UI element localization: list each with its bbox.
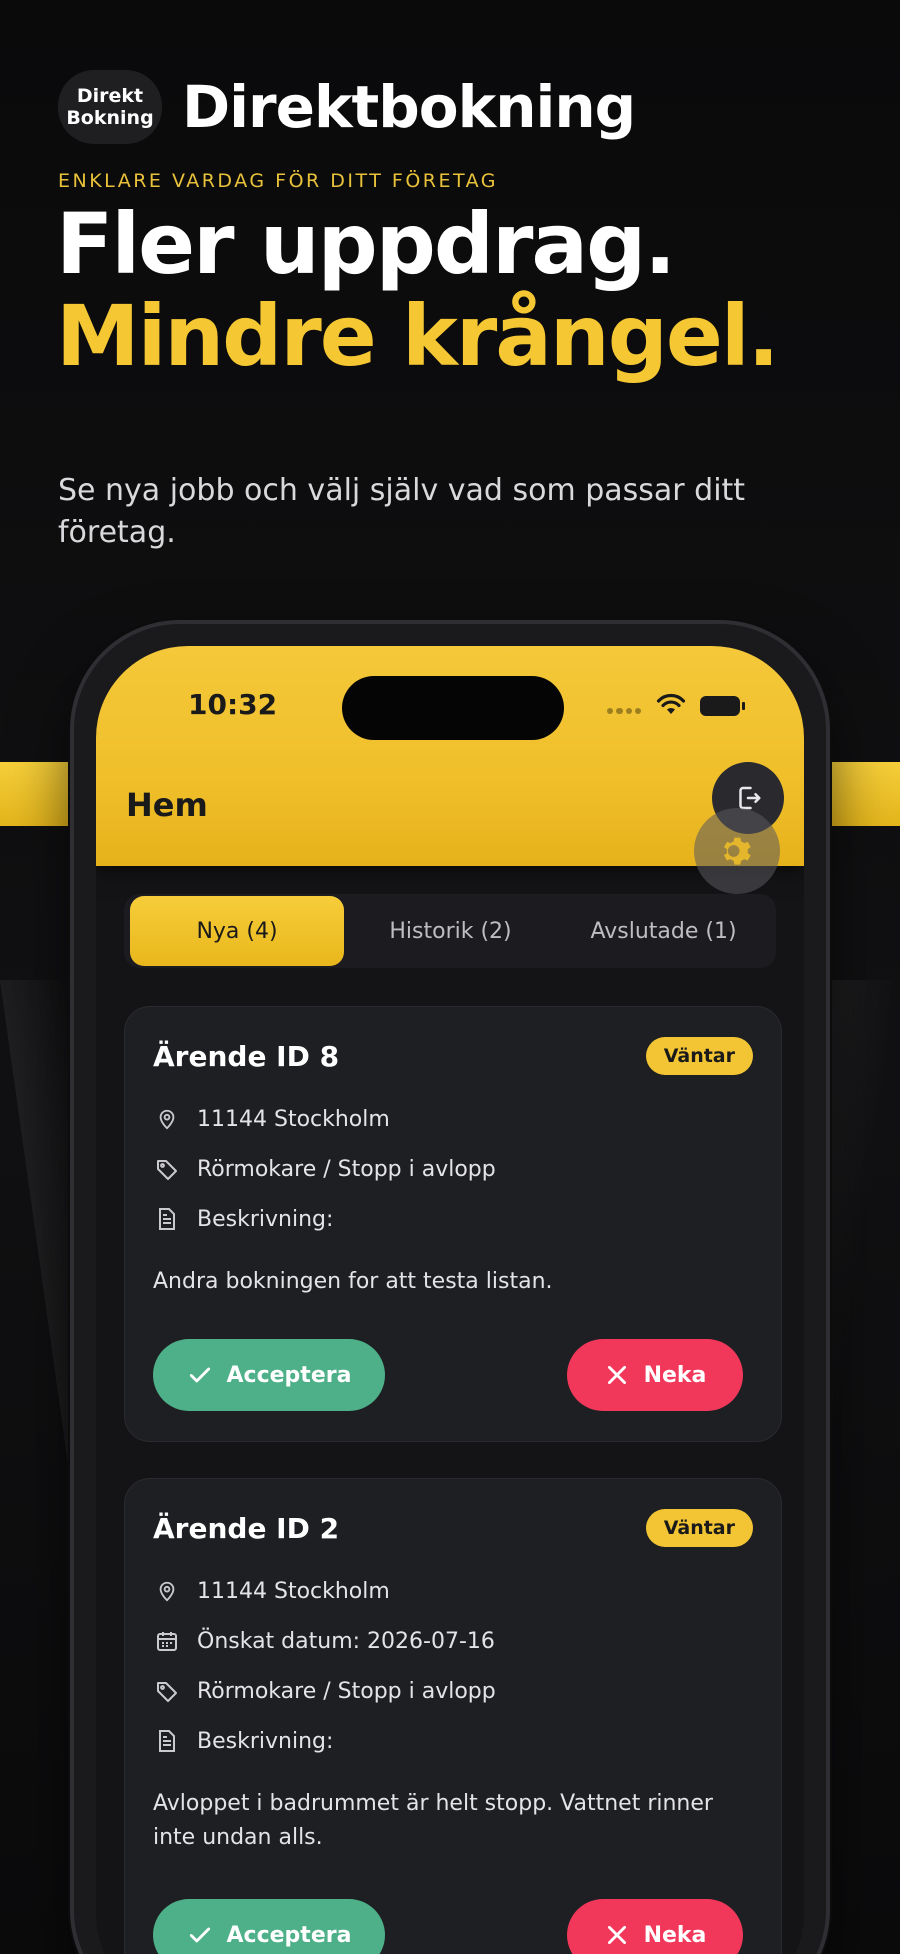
booking-card: Ärende ID 8 Väntar 11144 Stockholm Rörmo… (124, 1006, 782, 1442)
check-icon (189, 1927, 210, 1943)
phone-screen: 10:32 Hem Nya (4) Historik (2) Avslutade… (96, 646, 804, 1954)
tab-bar: Nya (4) Historik (2) Avslutade (1) (124, 894, 776, 968)
date-row: Önskat datum: 2026-07-16 (153, 1627, 753, 1655)
booking-card: Ärende ID 2 Väntar 11144 Stockholm Önska… (124, 1478, 782, 1954)
description-text: Andra bokningen for att testa listan. (153, 1269, 553, 1294)
brand-logo: Direkt Bokning (58, 70, 162, 144)
dynamic-island (342, 676, 564, 740)
page-title: Hem (126, 786, 208, 824)
tag-icon (153, 1677, 181, 1705)
brand-header: Direkt Bokning Direktbokning (58, 70, 636, 144)
status-badge: Väntar (645, 1509, 753, 1547)
yellow-stripe-right (822, 762, 900, 826)
description-label-row: Beskrivning: (153, 1727, 753, 1755)
description-text: Avloppet i badrummet är helt stopp. Vatt… (153, 1791, 713, 1850)
card-title: Ärende ID 8 (153, 1039, 340, 1073)
accept-button[interactable]: Acceptera (153, 1899, 385, 1954)
card-title: Ärende ID 2 (153, 1511, 340, 1545)
tag-icon (153, 1155, 181, 1183)
category-row: Rörmokare / Stopp i avlopp (153, 1155, 753, 1183)
logo-line-2: Bokning (66, 107, 154, 129)
accept-label: Acceptera (226, 1362, 352, 1388)
tab-avslutade[interactable]: Avslutade (1) (557, 896, 770, 966)
logo-line-1: Direkt (76, 85, 144, 107)
tab-nya[interactable]: Nya (4) (130, 896, 344, 966)
accept-label: Acceptera (226, 1922, 352, 1948)
calendar-icon (153, 1627, 181, 1655)
date-text: Önskat datum: 2026-07-16 (197, 1628, 495, 1654)
deny-label: Neka (643, 1362, 707, 1388)
close-icon (607, 1366, 626, 1384)
document-icon (153, 1205, 181, 1233)
location-text: 11144 Stockholm (197, 1578, 390, 1604)
headline-line-2: Mindre krångel. (56, 287, 780, 385)
tagline: ENKLARE VARDAG FÖR DITT FÖRETAG (58, 170, 499, 192)
description-label: Beskrivning: (197, 1728, 334, 1754)
location-row: 11144 Stockholm (153, 1105, 753, 1133)
accept-button[interactable]: Acceptera (153, 1339, 385, 1411)
category-text: Rörmokare / Stopp i avlopp (197, 1156, 496, 1182)
wifi-icon (656, 693, 686, 714)
deny-label: Neka (643, 1922, 707, 1948)
brand-name: Direktbokning (182, 73, 636, 141)
signal-icon (607, 708, 641, 714)
gear-icon (724, 837, 751, 865)
status-badge: Väntar (645, 1037, 753, 1075)
check-icon (189, 1367, 210, 1383)
deny-button[interactable]: Neka (567, 1899, 743, 1954)
headline-line-1: Fler uppdrag. (56, 195, 676, 293)
location-pin-icon (153, 1105, 181, 1133)
category-text: Rörmokare / Stopp i avlopp (197, 1678, 496, 1704)
description-label-row: Beskrivning: (153, 1205, 753, 1233)
headline: Fler uppdrag. Mindre krångel. (56, 195, 780, 385)
tab-historik[interactable]: Historik (2) (344, 896, 557, 966)
status-time: 10:32 (188, 688, 278, 721)
location-text: 11144 Stockholm (197, 1106, 390, 1132)
close-icon (607, 1926, 626, 1944)
description-label: Beskrivning: (197, 1206, 334, 1232)
settings-button[interactable] (694, 808, 780, 894)
deny-button[interactable]: Neka (567, 1339, 743, 1411)
location-pin-icon (153, 1577, 181, 1605)
category-row: Rörmokare / Stopp i avlopp (153, 1677, 753, 1705)
phone-mockup: 10:32 Hem Nya (4) Historik (2) Avslutade… (70, 620, 830, 1954)
location-row: 11144 Stockholm (153, 1577, 753, 1605)
hero-subtext: Se nya jobb och välj själv vad som passa… (58, 473, 746, 550)
document-icon (153, 1727, 181, 1755)
yellow-stripe-left (0, 762, 78, 826)
battery-icon (700, 696, 745, 716)
